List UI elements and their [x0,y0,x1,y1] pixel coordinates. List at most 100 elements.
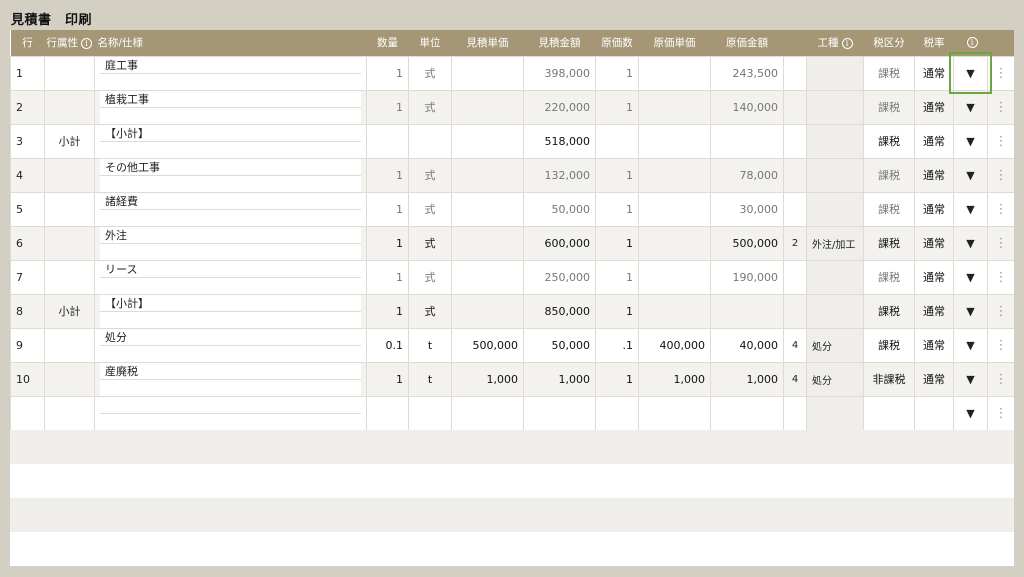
row-kind[interactable] [806,293,864,329]
table-row[interactable]: 3 小計 【小計】 518,000 課税 通常 ▼ ⋮ [10,123,1014,159]
row-cost-qty[interactable]: .1 [595,327,639,363]
row-menu-cell[interactable]: ⋮ [987,361,1014,397]
row-menu-cell[interactable]: ⋮ [987,89,1014,125]
row-cost-unit[interactable] [638,259,711,295]
row-kind[interactable] [806,395,864,431]
row-kind-no[interactable] [783,191,807,227]
row-unit[interactable]: 式 [408,191,452,227]
row-name-cell[interactable] [94,395,367,431]
more-vertical-icon[interactable]: ⋮ [995,406,1008,421]
row-name[interactable]: 諸経費 [100,193,361,210]
row-dropdown-cell[interactable]: ▼ [953,89,988,125]
row-attr[interactable] [44,327,95,363]
row-tax-class[interactable]: 課税 [863,123,915,159]
row-est-unit[interactable] [451,225,524,261]
row-attr[interactable] [44,89,95,125]
row-spec[interactable] [100,345,361,361]
row-qty[interactable]: 1 [366,89,409,125]
row-attr[interactable] [44,55,95,91]
row-kind[interactable]: 処分 [806,327,864,363]
row-tax-rate[interactable]: 通常 [914,89,954,125]
row-tax-class[interactable]: 課税 [863,327,915,363]
row-name-cell[interactable]: その他工事 [94,157,367,193]
row-attr[interactable] [44,361,95,397]
row-kind-no[interactable]: 4 [783,361,807,397]
more-vertical-icon[interactable]: ⋮ [995,100,1008,115]
row-attr[interactable] [44,157,95,193]
row-name-cell[interactable]: 植栽工事 [94,89,367,125]
row-name[interactable]: 外注 [100,227,361,244]
row-dropdown-cell[interactable]: ▼ [953,259,988,295]
table-row[interactable]: 9 処分 0.1 t 500,000 50,000.1 400,000 40,000 4 処分 課税… [10,327,1014,363]
chevron-down-icon[interactable]: ▼ [966,101,974,114]
row-spec[interactable] [100,379,361,395]
row-name-cell[interactable]: 庭工事 [94,55,367,91]
more-vertical-icon[interactable]: ⋮ [995,202,1008,217]
row-kind-no[interactable]: 4 [783,327,807,363]
more-vertical-icon[interactable]: ⋮ [995,338,1008,353]
row-name[interactable]: 植栽工事 [100,91,361,108]
row-spec[interactable] [100,311,361,327]
chevron-down-icon[interactable]: ▼ [966,237,974,250]
row-est-unit[interactable] [451,89,524,125]
more-vertical-icon[interactable]: ⋮ [995,134,1008,149]
more-vertical-icon[interactable]: ⋮ [995,236,1008,251]
row-name-cell[interactable]: 【小計】 [94,123,367,159]
row-tax-rate[interactable] [914,395,954,431]
table-row[interactable]: 5 諸経費 1 式 50,000 1 30,000 課税 通常 ▼ ⋮ [10,191,1014,227]
row-unit[interactable] [408,123,452,159]
row-cost-qty[interactable] [595,123,639,159]
row-kind[interactable] [806,191,864,227]
row-kind-no[interactable] [783,157,807,193]
row-tax-rate[interactable]: 通常 [914,293,954,329]
chevron-down-icon[interactable]: ▼ [966,169,974,182]
row-dropdown-cell[interactable]: ▼ [953,191,988,227]
row-cost-qty[interactable]: 1 [595,293,639,329]
row-qty[interactable]: 1 [366,293,409,329]
row-spec[interactable] [100,209,361,225]
more-vertical-icon[interactable]: ⋮ [995,168,1008,183]
row-dropdown-cell[interactable]: ▼ [953,361,988,397]
row-unit[interactable]: 式 [408,89,452,125]
row-dropdown-cell[interactable]: ▼ [953,327,988,363]
row-name[interactable]: 【小計】 [100,295,361,312]
row-unit[interactable]: 式 [408,157,452,193]
row-kind-no[interactable]: 2 [783,225,807,261]
chevron-down-icon[interactable]: ▼ [966,407,974,420]
row-name-cell[interactable]: 【小計】 [94,293,367,329]
row-cost-qty[interactable]: 1 [595,225,639,261]
row-menu-cell[interactable]: ⋮ [987,395,1014,431]
row-tax-class[interactable]: 課税 [863,55,915,91]
row-name[interactable]: 処分 [100,329,361,346]
row-tax-class[interactable]: 課税 [863,293,915,329]
row-dropdown-cell[interactable]: ▼ [953,123,988,159]
row-tax-class[interactable]: 課税 [863,157,915,193]
row-kind-no[interactable] [783,55,807,91]
table-row[interactable]: 8 小計 【小計】 1 式 850,000 1 課税 通常 ▼ ⋮ [10,293,1014,329]
table-row[interactable]: 10 産廃税 1 t 1,000 1,000 1 1,000 1,000 4 処分 非課税 通常 ▼ ⋮ [10,361,1014,397]
row-cost-unit[interactable] [638,123,711,159]
row-qty[interactable]: 0.1 [366,327,409,363]
row-name[interactable] [100,397,361,414]
row-dropdown-cell[interactable]: ▼ [953,395,988,431]
row-kind-no[interactable] [783,259,807,295]
row-attr[interactable]: 小計 [44,293,95,329]
row-kind[interactable]: 処分 [806,361,864,397]
row-cost-unit[interactable]: 400,000 [638,327,711,363]
row-unit[interactable]: 式 [408,259,452,295]
row-cost-qty[interactable]: 1 [595,361,639,397]
row-cost-unit[interactable] [638,157,711,193]
row-name-cell[interactable]: リース [94,259,367,295]
row-est-unit[interactable]: 500,000 [451,327,524,363]
row-name-cell[interactable]: 外注 [94,225,367,261]
row-spec[interactable] [100,413,361,429]
table-row[interactable]: 2 植栽工事 1 式 220,000 1 140,000 課税 通常 ▼ ⋮ [10,89,1014,125]
row-unit[interactable] [408,395,452,431]
row-qty[interactable] [366,395,409,431]
row-menu-cell[interactable]: ⋮ [987,191,1014,227]
row-menu-cell[interactable]: ⋮ [987,327,1014,363]
row-kind-no[interactable] [783,395,807,431]
row-qty[interactable]: 1 [366,225,409,261]
row-qty[interactable] [366,123,409,159]
row-tax-rate[interactable]: 通常 [914,259,954,295]
